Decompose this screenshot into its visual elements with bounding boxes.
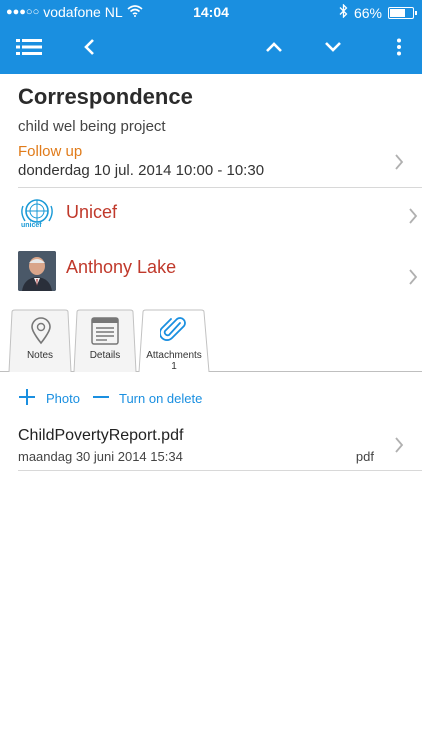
nav-row xyxy=(0,24,422,74)
bluetooth-icon xyxy=(339,3,348,21)
contact-name: Anthony Lake xyxy=(66,257,177,277)
paperclip-icon xyxy=(159,315,186,350)
plus-icon xyxy=(18,388,36,409)
tab-details[interactable]: Details xyxy=(73,309,137,372)
tab-attachments[interactable]: Attachments 1 xyxy=(138,309,210,373)
attachment-row[interactable]: ChildPovertyReport.pdf maandag 30 juni 2… xyxy=(18,427,422,471)
top-bar: ●●●○○ vodafone NL 14:04 66% xyxy=(0,0,422,74)
unicef-logo-text: unicef xyxy=(21,222,42,229)
contact-row-anthony-lake[interactable]: Anthony Lake xyxy=(18,251,418,293)
turn-on-delete-label: Turn on delete xyxy=(118,390,203,406)
tab-label: Attachments xyxy=(146,350,202,361)
chevron-right-icon xyxy=(409,208,418,224)
avatar xyxy=(18,251,56,291)
tab-count: 1 xyxy=(171,361,177,372)
add-photo-label: Photo xyxy=(46,390,80,406)
tab-label: Notes xyxy=(26,350,54,361)
page-title: Correspondence xyxy=(18,84,193,109)
previous-button[interactable] xyxy=(257,32,291,66)
chevron-right-icon xyxy=(395,437,404,453)
status-right: 66% xyxy=(339,3,417,21)
chevron-left-icon xyxy=(83,38,95,61)
contact-row-unicef[interactable]: unicef Unicef xyxy=(18,196,418,238)
minus-icon xyxy=(92,388,110,409)
turn-on-delete-button[interactable]: Turn on delete xyxy=(92,388,202,409)
vertical-dots-icon xyxy=(396,38,402,61)
battery-icon xyxy=(388,6,417,19)
follow-up-date: donderdag 10 jul. 2014 10:00 - 10:30 xyxy=(18,162,265,179)
details-icon xyxy=(91,317,119,350)
tab-label: Details xyxy=(89,350,121,361)
record-subtitle: child wel being project xyxy=(18,118,166,135)
attachment-date: maandag 30 juni 2014 15:34 xyxy=(18,449,183,464)
map-pin-icon xyxy=(30,317,52,350)
chevron-right-icon xyxy=(409,269,418,285)
divider xyxy=(18,470,422,471)
follow-up-label: Follow up xyxy=(18,143,83,160)
attachment-actions: Photo Turn on delete xyxy=(18,388,214,408)
menu-button[interactable] xyxy=(12,32,46,66)
next-button[interactable] xyxy=(316,32,350,66)
attachment-name: ChildPovertyReport.pdf xyxy=(18,427,184,444)
add-photo-button[interactable]: Photo xyxy=(18,388,80,409)
contact-name: Unicef xyxy=(66,202,118,222)
attachment-type: pdf xyxy=(355,449,374,464)
divider xyxy=(18,187,422,188)
status-bar: ●●●○○ vodafone NL 14:04 66% xyxy=(0,0,422,24)
more-button[interactable] xyxy=(382,32,416,66)
chevron-down-icon xyxy=(324,40,342,58)
list-menu-icon xyxy=(16,38,42,61)
back-button[interactable] xyxy=(72,32,106,66)
tab-bar: Notes Details Attachments 1 xyxy=(0,309,422,373)
battery-percent: 66% xyxy=(353,4,382,21)
chevron-right-icon xyxy=(395,154,404,170)
tab-notes[interactable]: Notes xyxy=(8,309,72,372)
chevron-up-icon xyxy=(265,40,283,58)
